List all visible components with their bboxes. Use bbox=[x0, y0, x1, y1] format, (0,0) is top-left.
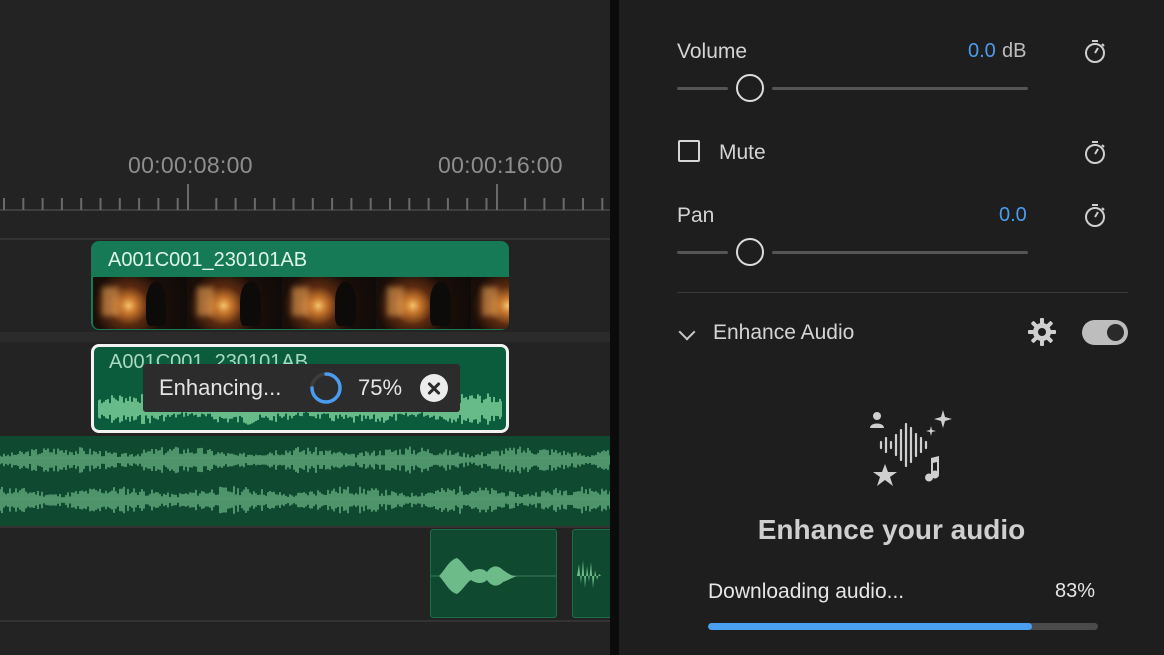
section-divider bbox=[677, 292, 1128, 293]
mute-checkbox[interactable] bbox=[678, 140, 700, 162]
track-divider bbox=[0, 238, 610, 240]
pan-value[interactable]: 0.0 bbox=[999, 204, 1027, 227]
download-progress-fill bbox=[708, 623, 1032, 630]
toggle-knob bbox=[1107, 324, 1124, 341]
audio-waveform bbox=[431, 558, 556, 594]
audio-waveform bbox=[577, 560, 601, 588]
download-percent: 83% bbox=[1055, 580, 1096, 602]
volume-slider-track[interactable] bbox=[772, 87, 1028, 90]
timecode-label: 00:00:08:00 bbox=[128, 152, 253, 178]
filmstrip bbox=[93, 277, 509, 329]
close-icon[interactable] bbox=[420, 374, 448, 402]
panel-divider[interactable] bbox=[610, 0, 619, 655]
stopwatch-icon[interactable] bbox=[1082, 38, 1108, 64]
volume-slider-thumb[interactable] bbox=[736, 74, 764, 102]
video-thumbnail bbox=[187, 277, 283, 329]
track-divider bbox=[0, 620, 610, 622]
audio-waveform bbox=[0, 446, 610, 514]
stopwatch-icon[interactable] bbox=[1082, 202, 1108, 228]
time-ruler[interactable] bbox=[0, 0, 610, 215]
gear-icon[interactable] bbox=[1027, 317, 1057, 347]
enhance-hero-title: Enhance your audio bbox=[757, 514, 1026, 545]
mute-label: Mute bbox=[719, 141, 766, 164]
audio-clip[interactable] bbox=[572, 529, 610, 618]
enhancing-status: Enhancing... 75% bbox=[143, 364, 460, 412]
pan-slider-track[interactable] bbox=[772, 251, 1028, 254]
video-thumbnail bbox=[472, 277, 509, 329]
video-thumbnail bbox=[93, 277, 188, 329]
enhancing-label: Enhancing... bbox=[159, 375, 282, 400]
download-status-label: Downloading audio... bbox=[708, 580, 905, 603]
video-thumbnail bbox=[282, 277, 378, 329]
chevron-down-icon[interactable] bbox=[678, 323, 696, 341]
pan-slider-thumb[interactable] bbox=[736, 238, 764, 266]
track-divider bbox=[0, 332, 610, 342]
enhance-audio-heading[interactable]: Enhance Audio bbox=[713, 321, 854, 345]
volume-slider-track[interactable] bbox=[677, 87, 728, 90]
waveform-path bbox=[0, 486, 610, 514]
spinner-icon bbox=[310, 372, 342, 404]
pan-label: Pan bbox=[677, 204, 715, 227]
video-clip[interactable]: A001C001_230101AB bbox=[91, 241, 509, 330]
volume-label: Volume bbox=[677, 40, 748, 63]
inspector-panel: Volume 0.0 dB Mute Pan 0.0 Enhance Audio bbox=[619, 0, 1164, 655]
stopwatch-icon[interactable] bbox=[1082, 139, 1108, 165]
waveform-path bbox=[0, 446, 610, 474]
enhance-audio-icon bbox=[870, 410, 952, 486]
enhancing-percent: 75% bbox=[358, 375, 403, 400]
video-thumbnail bbox=[377, 277, 473, 329]
clip-name: A001C001_230101AB bbox=[108, 249, 308, 271]
audio-clip[interactable] bbox=[430, 529, 557, 618]
volume-unit: dB bbox=[1002, 40, 1027, 62]
volume-value[interactable]: 0.0 bbox=[968, 40, 996, 63]
music-clip[interactable] bbox=[0, 436, 610, 526]
track-divider bbox=[0, 526, 610, 528]
timecode-label: 00:00:16:00 bbox=[438, 152, 563, 178]
download-progress-bar bbox=[708, 623, 1098, 630]
enhance-audio-toggle[interactable] bbox=[1082, 320, 1128, 345]
pan-slider-track[interactable] bbox=[677, 251, 728, 254]
timeline-panel[interactable]: 00:00:08:00 00:00:16:00 A001C001_230101A… bbox=[0, 0, 610, 655]
